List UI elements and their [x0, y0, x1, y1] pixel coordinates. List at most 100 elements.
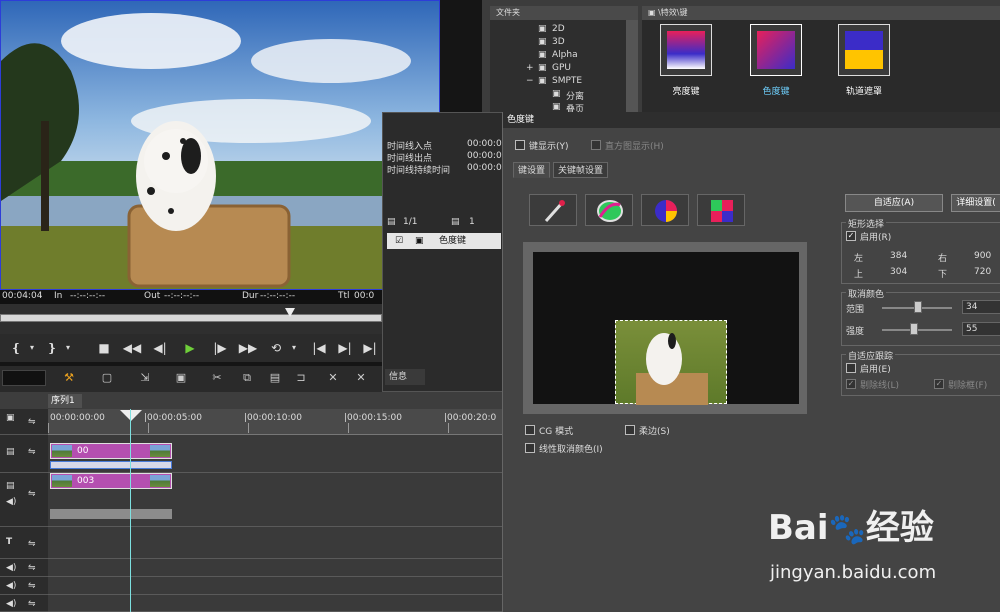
- audio-track-icon[interactable]: ◀): [6, 563, 16, 573]
- color-square-tool[interactable]: [697, 194, 745, 226]
- stop-icon[interactable]: ■: [94, 338, 114, 358]
- copy-icon[interactable]: ⧉: [240, 371, 254, 385]
- title-track-icon[interactable]: T: [6, 537, 12, 547]
- video-track-icon[interactable]: ▤: [6, 447, 15, 457]
- scrub-track[interactable]: [0, 314, 382, 322]
- folder-item[interactable]: 3D: [552, 37, 565, 47]
- sync-lock-icon[interactable]: ⇋: [28, 563, 36, 573]
- folder-item[interactable]: SMPTE: [552, 76, 582, 86]
- linear-cancel-checkbox[interactable]: [525, 443, 535, 453]
- audio-clip[interactable]: [50, 509, 172, 519]
- dur-label: Dur: [242, 291, 259, 301]
- collapse-icon[interactable]: −: [526, 76, 534, 86]
- track-lane-video1[interactable]: 00: [48, 435, 502, 473]
- rect-bottom-value[interactable]: 720: [974, 267, 991, 277]
- key-effect-bar[interactable]: [50, 461, 172, 469]
- loop-dropdown-icon[interactable]: ▾: [288, 338, 300, 358]
- reject-line-checkbox[interactable]: ✓: [846, 379, 856, 389]
- timeline-clip[interactable]: 00: [50, 443, 172, 459]
- scrub-bar[interactable]: [0, 304, 382, 334]
- cut-icon[interactable]: ✂: [210, 371, 224, 385]
- mark-in-dropdown-icon[interactable]: ▾: [26, 338, 38, 358]
- track-lane-audio1[interactable]: [48, 559, 502, 577]
- info-tab[interactable]: 信息: [385, 369, 425, 385]
- auto-button[interactable]: 自适应(A): [845, 194, 943, 212]
- import-icon[interactable]: ⇲: [138, 371, 152, 385]
- effect-thumb-track-matte[interactable]: [838, 24, 890, 76]
- folder-item[interactable]: 分离: [566, 89, 584, 102]
- rect-right-value[interactable]: 900: [974, 251, 991, 261]
- playhead-handle[interactable]: [120, 410, 142, 421]
- track-lane-title[interactable]: [48, 527, 502, 559]
- insert-icon[interactable]: ▶|: [360, 338, 380, 358]
- save-icon[interactable]: ▣: [174, 371, 188, 385]
- detail-settings-button[interactable]: 详细设置(: [951, 194, 1000, 212]
- track-settings-icon[interactable]: ▣: [6, 413, 15, 423]
- rect-left-value[interactable]: 384: [890, 251, 907, 261]
- folder-item[interactable]: GPU: [552, 63, 571, 73]
- split-icon[interactable]: ✕: [326, 371, 340, 385]
- track-enable-checkbox[interactable]: [846, 363, 856, 373]
- reject-frame-checkbox[interactable]: ✓: [934, 379, 944, 389]
- folder-item[interactable]: 2D: [552, 24, 565, 34]
- effect-list-item[interactable]: ☑ ▣ 色度键: [387, 233, 501, 249]
- sequence-tab[interactable]: 序列1: [48, 394, 82, 408]
- hue-sector-tool[interactable]: [641, 194, 689, 226]
- step-forward-icon[interactable]: |▶: [210, 338, 230, 358]
- timeline-timecode-field[interactable]: [2, 370, 46, 386]
- paste-icon[interactable]: ▤: [268, 371, 282, 385]
- goto-in-icon[interactable]: |◀: [308, 338, 330, 358]
- effect-thumb-chroma-key[interactable]: [750, 24, 802, 76]
- new-icon[interactable]: ▢: [100, 371, 114, 385]
- tab-key-settings[interactable]: 键设置: [513, 162, 551, 178]
- range-slider-knob[interactable]: [914, 301, 922, 313]
- audio-track-icon[interactable]: ◀): [6, 581, 16, 591]
- track-lane-audio3[interactable]: [48, 595, 502, 612]
- folder-item[interactable]: Alpha: [552, 50, 578, 60]
- track-lane-video2[interactable]: 003: [48, 473, 502, 527]
- loop-icon[interactable]: ⟲: [266, 338, 286, 358]
- sync-lock-icon[interactable]: ⇋: [28, 581, 36, 591]
- expand-icon[interactable]: +: [526, 63, 534, 73]
- range-value[interactable]: 34: [962, 300, 1000, 314]
- key-preview[interactable]: [523, 242, 807, 414]
- audio-track-icon[interactable]: ◀): [6, 599, 16, 609]
- key-preview-image[interactable]: [615, 320, 727, 405]
- key-display-checkbox[interactable]: [515, 140, 525, 150]
- goto-out-icon[interactable]: ▶|: [334, 338, 356, 358]
- sync-lock-icon[interactable]: ⇋: [28, 447, 36, 457]
- strength-value[interactable]: 55: [962, 322, 1000, 336]
- play-icon[interactable]: ▶: [180, 338, 200, 358]
- fast-forward-icon[interactable]: ▶▶: [236, 338, 260, 358]
- audio-track-icon[interactable]: ◀): [6, 497, 16, 507]
- soft-edge-checkbox[interactable]: [625, 425, 635, 435]
- effect-thumb-luma-key[interactable]: [660, 24, 712, 76]
- settings-icon[interactable]: ⚒: [62, 371, 76, 385]
- effect-enable-checkbox[interactable]: ☑: [395, 233, 403, 249]
- tab-keyframe-settings[interactable]: 关键帧设置: [553, 162, 609, 178]
- rect-enable-checkbox[interactable]: ✓: [846, 231, 856, 241]
- scrub-marker[interactable]: [285, 308, 296, 317]
- eyedropper-tool[interactable]: [529, 194, 577, 226]
- mark-in-icon[interactable]: ❴: [8, 338, 24, 358]
- histogram-checkbox[interactable]: [591, 140, 601, 150]
- strength-slider-knob[interactable]: [910, 323, 918, 335]
- link-icon[interactable]: ⊐: [294, 371, 308, 385]
- sync-lock-icon[interactable]: ⇋: [28, 599, 36, 609]
- mark-out-dropdown-icon[interactable]: ▾: [62, 338, 74, 358]
- mark-out-icon[interactable]: ❵: [44, 338, 60, 358]
- cg-mode-checkbox[interactable]: [525, 425, 535, 435]
- rewind-icon[interactable]: ◀◀: [120, 338, 144, 358]
- sync-lock-icon[interactable]: ⇋: [28, 489, 36, 499]
- track-lane-audio2[interactable]: [48, 577, 502, 595]
- sync-lock-icon[interactable]: ⇋: [28, 539, 36, 549]
- video-track-icon[interactable]: ▤: [6, 481, 15, 491]
- ripple-delete-icon[interactable]: ✕: [354, 371, 368, 385]
- folder-scrollbar[interactable]: [626, 20, 638, 112]
- color-wheel-tool[interactable]: [585, 194, 633, 226]
- timeline-ruler[interactable]: 00:00:00:00 |00:00:05:00 |00:00:10:00 |0…: [48, 409, 502, 435]
- timeline-clip[interactable]: 003: [50, 473, 172, 489]
- rect-top-value[interactable]: 304: [890, 267, 907, 277]
- step-back-icon[interactable]: ◀|: [150, 338, 170, 358]
- sync-lock-icon[interactable]: ⇋: [28, 417, 36, 427]
